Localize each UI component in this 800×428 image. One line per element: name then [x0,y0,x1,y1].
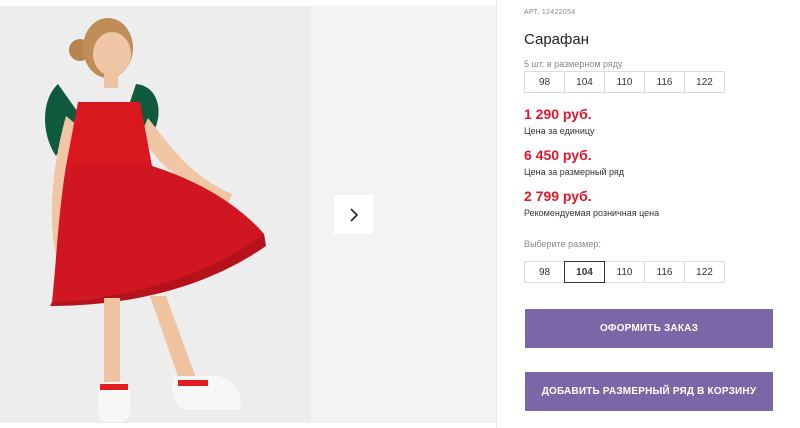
size-option-110[interactable]: 110 [604,261,645,283]
size-option-116[interactable]: 116 [644,261,685,283]
retail-price: 2 799 руб. [524,188,592,204]
size-row-label: 5 шт. в размерном ряду [524,59,623,69]
place-order-button[interactable]: ОФОРМИТЬ ЗАКАЗ [525,309,773,348]
row-size: 116 [644,71,685,93]
row-size: 122 [684,71,725,93]
panel-divider [496,0,497,428]
row-size: 104 [564,71,605,93]
size-row: 98 104 110 116 122 [524,71,725,93]
size-option-98[interactable]: 98 [524,261,565,283]
row-price-caption: Цена за размерный ряд [524,167,625,177]
product-gallery [0,6,496,423]
product-photo [0,6,311,423]
next-image-button[interactable] [334,195,373,234]
size-option-122[interactable]: 122 [684,261,725,283]
size-option-104[interactable]: 104 [564,261,605,283]
chevron-right-icon [349,207,358,222]
row-price: 6 450 руб. [524,147,592,163]
product-title: Сарафан [524,31,589,48]
retail-price-caption: Рекомендуемая розничная цена [524,208,660,218]
girl-in-red-dress-image [0,6,311,423]
article-number: АРТ. 12422054 [524,9,576,16]
unit-price: 1 290 руб. [524,106,592,122]
size-selector: 98 104 110 116 122 [524,261,725,283]
unit-price-caption: Цена за единицу [524,126,595,136]
row-size: 98 [524,71,565,93]
choose-size-label: Выберите размер: [524,239,601,249]
add-row-to-cart-button[interactable]: ДОБАВИТЬ РАЗМЕРНЫЙ РЯД В КОРЗИНУ [525,372,773,411]
row-size: 110 [604,71,645,93]
